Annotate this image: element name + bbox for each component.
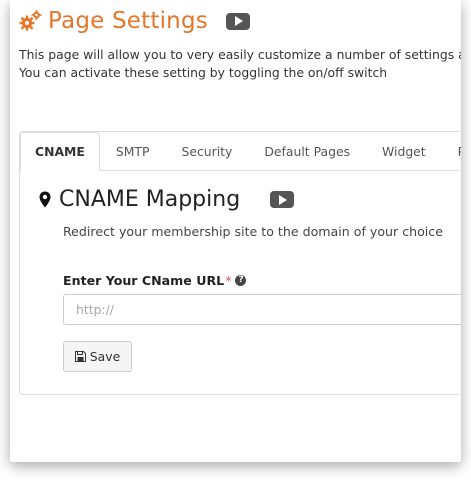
cname-url-label-text: Enter Your CName URL bbox=[63, 273, 225, 288]
tab-poli[interactable]: Poli bbox=[442, 133, 461, 170]
question-circle-icon[interactable]: ? bbox=[235, 275, 247, 286]
section-video-button[interactable] bbox=[270, 191, 295, 208]
page-video-button[interactable] bbox=[225, 12, 250, 30]
floppy-disk-icon bbox=[74, 351, 86, 362]
page-description: This page will allow you to very easily … bbox=[19, 46, 461, 82]
section-subtitle: Redirect your membership site to the dom… bbox=[63, 224, 443, 239]
settings-tabs: CNAME SMTP Security Default Pages Widget… bbox=[20, 132, 461, 171]
play-icon bbox=[279, 194, 288, 205]
page-card: Page Settings This page will allow you t… bbox=[10, 0, 461, 462]
map-marker-icon bbox=[39, 191, 51, 208]
settings-panel: CNAME SMTP Security Default Pages Widget… bbox=[19, 131, 461, 395]
cname-url-label: Enter Your CName URL * ? bbox=[63, 273, 247, 288]
section-title: CNAME Mapping bbox=[59, 187, 241, 212]
gears-icon bbox=[19, 10, 42, 31]
play-icon bbox=[234, 16, 243, 26]
page-title: Page Settings bbox=[48, 8, 208, 34]
tab-security[interactable]: Security bbox=[165, 133, 248, 170]
description-line-2: You can activate these setting by toggli… bbox=[19, 65, 388, 80]
cname-url-input[interactable] bbox=[63, 294, 461, 325]
tab-default-pages[interactable]: Default Pages bbox=[248, 133, 366, 170]
description-line-1: This page will allow you to very easily … bbox=[19, 47, 461, 62]
page-header: Page Settings bbox=[18, 8, 250, 34]
save-button[interactable]: Save bbox=[63, 341, 132, 372]
required-marker: * bbox=[225, 273, 232, 288]
save-button-label: Save bbox=[89, 349, 121, 364]
tab-smtp[interactable]: SMTP bbox=[100, 133, 166, 170]
tab-widget[interactable]: Widget bbox=[366, 133, 442, 170]
section-header: CNAME Mapping bbox=[39, 187, 295, 212]
tab-cname[interactable]: CNAME bbox=[20, 132, 100, 171]
